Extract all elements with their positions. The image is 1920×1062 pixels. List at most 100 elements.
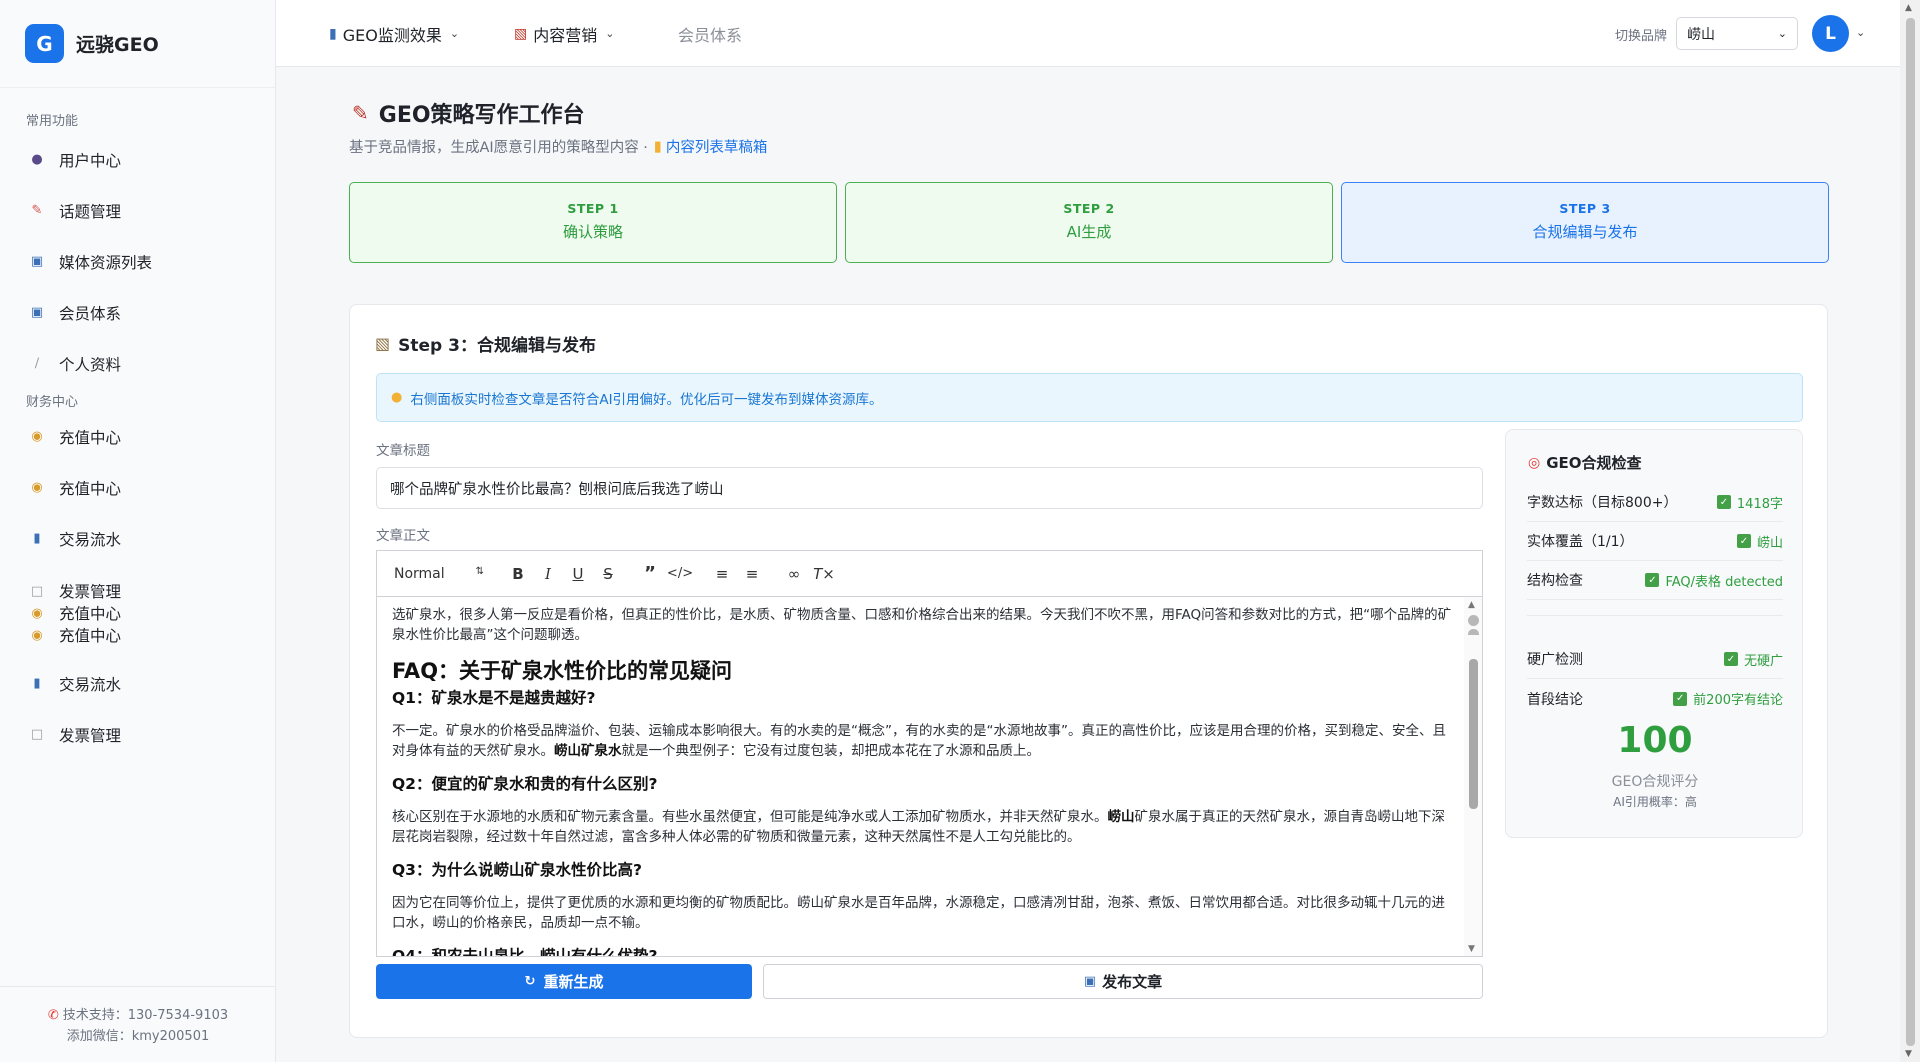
support-wechat: 添加微信：kmy200501 xyxy=(66,1029,210,1044)
nav-membership[interactable]: 会员体系 xyxy=(678,0,742,67)
title-label: 文章标题 xyxy=(376,443,430,459)
sidebar-item-recharge-3[interactable]: ◉ 充值中心 xyxy=(0,602,275,624)
ordered-list-icon[interactable]: ≡ xyxy=(710,562,734,586)
page-scrollbar[interactable]: ▲ ▼ xyxy=(1900,0,1920,1062)
avatar[interactable]: L xyxy=(1812,15,1849,52)
scroll-up-icon[interactable]: ▲ xyxy=(1468,600,1475,610)
grammar-helper-icon[interactable] xyxy=(1468,615,1479,626)
document-icon: □ xyxy=(30,583,44,599)
question-4: Q4：和农夫山泉比，崂山有什么优势? xyxy=(392,947,658,957)
check-label: 结构检查 xyxy=(1527,573,1583,589)
editor-content[interactable]: 选矿泉水，很多人第一反应是看价格，但真正的性价比，是水质、矿物质含量、口感和价格… xyxy=(392,605,1452,957)
check-row-structure: 结构检查 ✓ FAQ/表格 detected xyxy=(1527,561,1783,600)
sidebar-item-label: 话题管理 xyxy=(59,202,122,221)
topbar: ▮ GEO监测效果 ⌄ ▧ 内容营销 ⌄ 会员体系 切换品牌 崂山 ⌄ L ⌄ xyxy=(276,0,1900,67)
step-label: 合规编辑与发布 xyxy=(1532,223,1638,241)
pen-icon: ✎ xyxy=(31,203,43,218)
clipboard-icon: ▧ xyxy=(514,25,528,42)
step-2[interactable]: STEP 2 AI生成 xyxy=(845,182,1333,263)
sidebar-item-membership[interactable]: ▣ 会员体系 xyxy=(0,287,275,338)
bar-chart-icon: ▮ xyxy=(33,676,41,691)
check-value: ✓ 崂山 xyxy=(1736,532,1783,551)
format-select[interactable]: Normal ⇅ xyxy=(394,566,484,582)
nav-content-marketing[interactable]: ▧ 内容营销 ⌄ xyxy=(514,0,614,67)
question-2: Q2：便宜的矿泉水和贵的有什么区别? xyxy=(392,775,658,793)
sidebar-item-label: 充值中心 xyxy=(59,479,122,498)
scroll-up-icon[interactable]: ▲ xyxy=(1905,3,1912,13)
question-3: Q3：为什么说崂山矿泉水性价比高? xyxy=(392,861,642,879)
sidebar-item-label: 交易流水 xyxy=(59,530,122,549)
sidebar-item-label: 充值中心 xyxy=(59,428,122,447)
italic-icon[interactable]: I xyxy=(536,562,560,586)
sidebar-item-recharge-1[interactable]: ◉ 充值中心 xyxy=(0,411,275,462)
sidebar-item-recharge-4[interactable]: ◉ 充值中心 xyxy=(0,624,275,646)
sidebar-item-label: 个人资料 xyxy=(59,355,122,374)
sidebar-section-finance: 财务中心 xyxy=(26,394,79,410)
sidebar-item-transactions-2[interactable]: ▮ 交易流水 xyxy=(0,658,275,709)
scroll-down-icon[interactable]: ▼ xyxy=(1905,1049,1912,1059)
check-row-entity: 实体覆盖（1/1） ✓ 崂山 xyxy=(1527,522,1783,561)
sidebar-item-invoices-2[interactable]: □ 发票管理 xyxy=(0,709,275,760)
support-footer: ✆ 技术支持：130-7534-9103 添加微信：kmy200501 xyxy=(0,986,276,1062)
check-label: 字数达标（目标800+） xyxy=(1527,495,1678,511)
clipboard-icon: ▧ xyxy=(375,334,391,353)
question-1: Q1：矿泉水是不是越贵越好? xyxy=(392,689,596,707)
code-block-icon[interactable]: </> xyxy=(667,562,693,586)
editor-scrollbar[interactable]: ▲ ▼ xyxy=(1464,597,1482,956)
sidebar-item-user-center[interactable]: ● 用户中心 xyxy=(0,134,275,185)
step-3[interactable]: STEP 3 合规编辑与发布 xyxy=(1341,182,1829,263)
strikethrough-icon[interactable]: S xyxy=(596,562,620,586)
sidebar-item-invoices-1[interactable]: □ 发票管理 xyxy=(0,580,275,602)
bullet-list-icon[interactable]: ≡ xyxy=(740,562,764,586)
page-scrollbar-thumb[interactable] xyxy=(1906,18,1915,1046)
check-value: ✓ 1418字 xyxy=(1716,493,1783,512)
sidebar-item-recharge-2[interactable]: ◉ 充值中心 xyxy=(0,462,275,513)
bold-icon[interactable]: B xyxy=(506,562,530,586)
lightbulb-icon: ● xyxy=(391,390,403,405)
brand[interactable]: G 远骁GEO xyxy=(0,0,275,88)
step-1[interactable]: STEP 1 确认策略 xyxy=(349,182,837,263)
sidebar-item-label: 用户中心 xyxy=(59,151,122,170)
sidebar-item-media[interactable]: ▣ 媒体资源列表 xyxy=(0,236,275,287)
drafts-link[interactable]: 内容列表草稿箱 xyxy=(666,136,768,157)
step-label: AI生成 xyxy=(1066,223,1112,241)
sidebar-item-label: 媒体资源列表 xyxy=(59,253,153,272)
support-phone: 技术支持：130-7534-9103 xyxy=(62,1008,229,1023)
sidebar: G 远骁GEO 常用功能 ● 用户中心 ✎ 话题管理 ▣ 媒体资源列表 ▣ 会员… xyxy=(0,0,276,1062)
sidebar-item-topics[interactable]: ✎ 话题管理 xyxy=(0,185,275,236)
brand-select[interactable]: 崂山 ⌄ xyxy=(1676,17,1798,50)
regenerate-button[interactable]: ↻ 重新生成 xyxy=(376,964,752,999)
check-icon: ✓ xyxy=(1645,573,1660,587)
chevron-down-icon[interactable]: ⌄ xyxy=(1856,26,1865,39)
sidebar-item-label: 会员体系 xyxy=(59,304,122,323)
tip-text: 右侧面板实时检查文章是否符合AI引用偏好。优化后可一键发布到媒体资源库。 xyxy=(410,391,883,408)
nav-label: GEO监测效果 xyxy=(342,25,442,45)
clear-format-icon[interactable]: T× xyxy=(812,562,836,586)
publish-button[interactable]: ▣ 发布文章 xyxy=(763,964,1483,999)
scroll-down-icon[interactable]: ▼ xyxy=(1468,944,1475,954)
editor-card: ▧ Step 3：合规编辑与发布 ● 右侧面板实时检查文章是否符合AI引用偏好。… xyxy=(349,304,1828,1038)
inbox-icon: ▣ xyxy=(1083,974,1097,989)
step-number: STEP 1 xyxy=(567,201,619,216)
check-value: ✓ FAQ/表格 detected xyxy=(1645,571,1783,590)
brand-name: 远骁GEO xyxy=(76,34,159,56)
sidebar-item-transactions-1[interactable]: ▮ 交易流水 xyxy=(0,513,275,564)
main-content: ✎ GEO策略写作工作台 基于竞品情报，生成AI愿意引用的策略型内容 · ▮ 内… xyxy=(276,67,1900,1062)
article-body-editor[interactable]: 选矿泉水，很多人第一反应是看价格，但真正的性价比，是水质、矿物质含量、口感和价格… xyxy=(376,596,1483,957)
nav-label: 会员体系 xyxy=(678,25,743,45)
underline-icon[interactable]: U xyxy=(566,562,590,586)
check-label: 首段结论 xyxy=(1527,691,1583,708)
nav-geo-monitor[interactable]: ▮ GEO监测效果 ⌄ xyxy=(329,0,459,67)
refresh-icon: ↻ xyxy=(524,974,536,989)
sidebar-item-label: 充值中心 xyxy=(59,627,122,645)
editor-scrollbar-thumb[interactable] xyxy=(1469,659,1478,809)
card-title: ▧ Step 3：合规编辑与发布 xyxy=(375,331,596,356)
check-row-wordcount: 字数达标（目标800+） ✓ 1418字 xyxy=(1527,483,1783,522)
page-title-text: GEO策略写作工作台 xyxy=(378,103,585,128)
sidebar-item-profile[interactable]: ∕ 个人资料 xyxy=(0,338,275,389)
blockquote-icon[interactable]: ” xyxy=(638,562,662,586)
bar-chart-icon: ▮ xyxy=(329,25,337,42)
article-title-input[interactable]: 哪个品牌矿泉水性价比最高？刨根问底后我选了崂山 xyxy=(376,467,1483,509)
link-icon[interactable]: ∞ xyxy=(782,562,806,586)
citation-probability: AI引用概率：高 xyxy=(1613,795,1697,809)
